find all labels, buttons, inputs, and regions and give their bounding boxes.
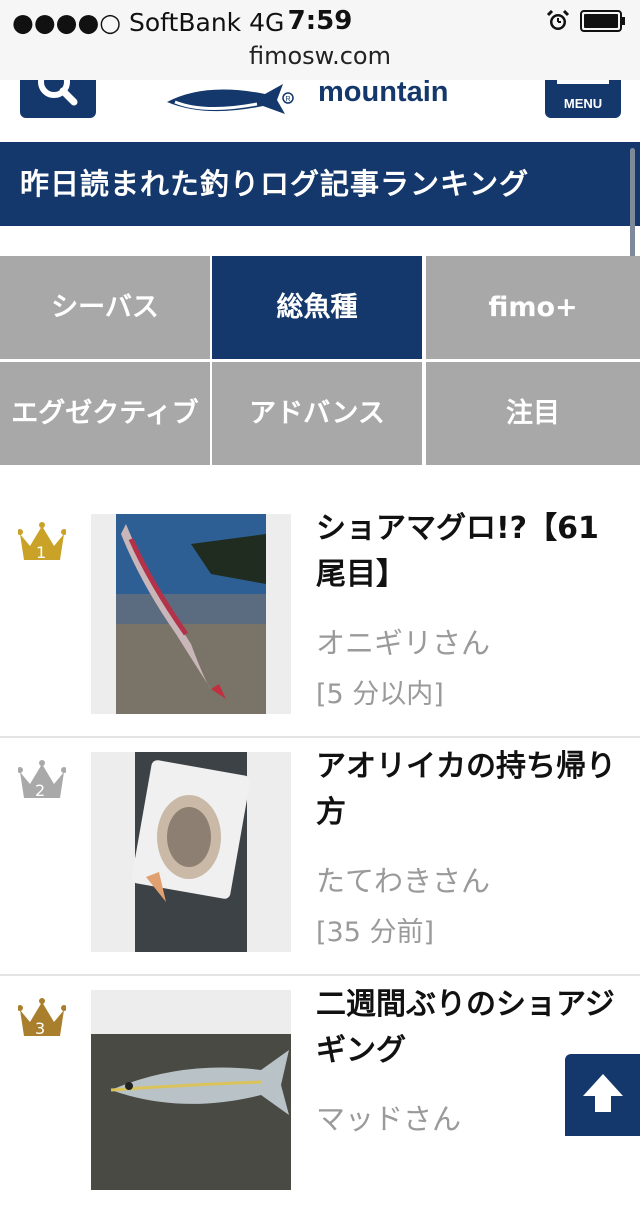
rank-number: 1 — [36, 543, 46, 562]
back-to-top-button[interactable] — [565, 1054, 640, 1136]
status-bar: ●●●●○ SoftBank 4G 7:59 fimosw.com — [0, 0, 640, 81]
article-thumbnail[interactable] — [91, 752, 291, 952]
article-thumbnail[interactable] — [91, 990, 291, 1190]
clock: 7:59 — [287, 6, 353, 36]
logo-text: mountain — [318, 80, 449, 108]
article-author[interactable]: たてわきさん — [316, 858, 490, 900]
svg-text:R: R — [286, 96, 291, 103]
tab-all-species[interactable]: 総魚種 — [212, 256, 422, 359]
article-time: [5 分以内] — [316, 679, 444, 710]
tab-fimo-plus[interactable]: fimo+ — [426, 256, 640, 359]
crown-rank-1-icon: 1 — [17, 520, 67, 564]
article-thumbnail[interactable] — [91, 514, 291, 714]
menu-label: MENU — [563, 96, 603, 111]
article-author[interactable]: マッドさん — [316, 1096, 461, 1138]
article-author[interactable]: オニギリさん — [316, 620, 490, 662]
tab-executive[interactable]: エグゼクティブ — [0, 362, 210, 465]
tab-featured[interactable]: 注目 — [426, 362, 640, 465]
section-title: 昨日読まれた釣りログ記事ランキング — [0, 142, 640, 226]
menu-button[interactable]: MENU — [545, 80, 621, 118]
search-icon — [38, 80, 78, 106]
alarm-icon — [546, 10, 570, 30]
category-tabs: シーバス 総魚種 fimo+ エグゼクティブ アドバンス 注目 — [0, 256, 640, 468]
site-header: R mountain MENU — [0, 80, 640, 142]
article-title[interactable]: アオリイカの持ち帰り方 — [316, 744, 626, 836]
arrow-up-icon — [583, 1074, 623, 1112]
battery-icon — [580, 10, 625, 32]
ranking-item[interactable]: 3 二週間ぶりのショアジギング マッドさん — [0, 974, 640, 1212]
crown-rank-2-icon: 2 — [17, 758, 67, 802]
article-time: [35 分前] — [316, 917, 435, 948]
search-button[interactable] — [20, 80, 96, 118]
rank-number: 2 — [35, 781, 45, 800]
menu-bar-icon — [557, 80, 609, 84]
crown-rank-3-icon: 3 — [17, 996, 67, 1040]
ranking-item[interactable]: 2 アオリイカの持ち帰り方 たてわきさん [35 分前] — [0, 736, 640, 976]
rank-number: 3 — [35, 1019, 45, 1038]
address-bar-url[interactable]: fimosw.com — [0, 42, 640, 70]
tab-advance[interactable]: アドバンス — [212, 362, 422, 465]
tab-seabass[interactable]: シーバス — [0, 256, 210, 359]
article-title[interactable]: ショアマグロ!?【61尾目】 — [316, 506, 626, 598]
ranking-item[interactable]: 1 ショアマグロ!?【61尾目】 オニギリさん [5 分以内] — [0, 498, 640, 738]
